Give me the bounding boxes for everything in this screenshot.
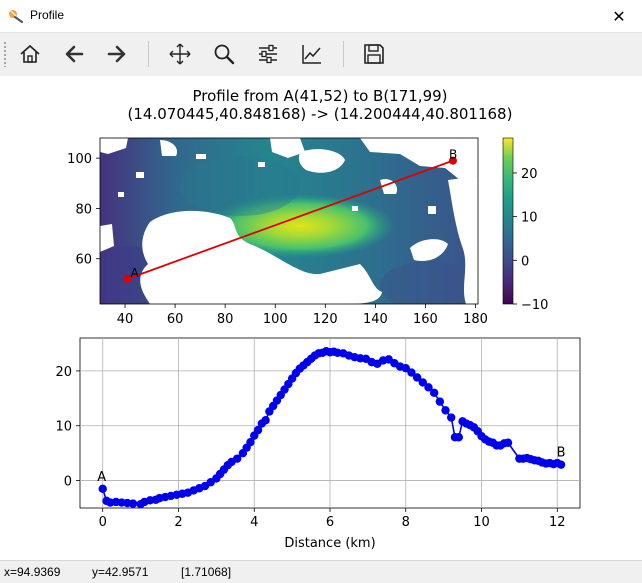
- profile-x-tick-label: 2: [174, 515, 182, 530]
- profile-point-b-label: B: [557, 446, 566, 461]
- pixel-value-readout: [1.71068]: [181, 565, 232, 579]
- configure-subplots-button[interactable]: [253, 39, 283, 69]
- close-button[interactable]: ✕: [596, 0, 642, 32]
- window-title: Profile: [30, 8, 65, 22]
- profile-x-tick-label: 4: [250, 515, 258, 530]
- colorbar-tick-label: 20: [521, 167, 538, 182]
- figure-canvas[interactable]: Profile from A(41,52) to B(171,99) (14.0…: [0, 76, 642, 560]
- save-icon: [364, 44, 384, 64]
- cursor-x-readout: x=94.9369: [4, 565, 61, 579]
- map-x-tick-label: 140: [363, 312, 388, 327]
- map-point-a-label: A: [131, 266, 140, 280]
- configure-subplots-icon: [259, 44, 277, 64]
- zoom-button[interactable]: [209, 39, 239, 69]
- pan-icon: [169, 43, 191, 65]
- profile-xlabel: Distance (km): [284, 536, 375, 551]
- profile-y-tick-label: 10: [55, 420, 72, 435]
- profile-data-point: [454, 433, 463, 442]
- map-x-tick-label: 100: [263, 312, 288, 327]
- map-x-tick-label: 80: [217, 312, 234, 327]
- map-axes: 40 60 80 100 120 140 160 180 60 80 100 A B: [67, 137, 488, 327]
- map-point-b-label: B: [449, 148, 457, 162]
- map-y-tick-label: 100: [67, 152, 92, 167]
- map-y-tick-label: 80: [75, 202, 92, 217]
- map-x-tick-label: 160: [413, 312, 438, 327]
- edit-axes-button[interactable]: [297, 39, 327, 69]
- home-button[interactable]: [15, 39, 45, 69]
- profile-data-point: [435, 397, 445, 406]
- profile-y-tick-label: 0: [64, 475, 72, 490]
- app-icon: [9, 10, 24, 24]
- profile-data-point: [447, 413, 456, 422]
- pan-button[interactable]: [165, 39, 195, 69]
- home-icon: [20, 44, 40, 63]
- profile-data-point: [429, 388, 439, 398]
- edit-axes-icon: [302, 45, 321, 64]
- toolbar-separator: [343, 41, 344, 67]
- window-titlebar: Profile ✕: [0, 0, 642, 33]
- colorbar-tick-label: 0: [521, 254, 529, 269]
- status-bar: x=94.9369 y=42.9571 [1.71068]: [0, 560, 642, 583]
- profile-x-tick-label: 10: [473, 515, 490, 530]
- profile-data-point: [261, 416, 270, 425]
- save-button[interactable]: [359, 39, 389, 69]
- figure-title-line2: (14.070445,40.848168) -> (14.200444,40.8…: [128, 105, 513, 123]
- profile-data-point: [503, 438, 513, 447]
- map-x-tick-label: 40: [117, 312, 134, 327]
- figure-title-line1: Profile from A(41,52) to B(171,99): [192, 87, 447, 105]
- colorbar-ticks: 20 10 0 −10: [513, 167, 548, 313]
- back-arrow-icon: [65, 45, 84, 63]
- colorbar-tick-label: 10: [521, 211, 538, 226]
- toolbar-separator: [148, 41, 149, 67]
- profile-axes: 0 2 4 6 8 10 12 20 10 0 A B Distance (km): [55, 337, 581, 551]
- map-x-tick-label: 180: [463, 312, 488, 327]
- colorbar-tick-label: −10: [521, 298, 548, 313]
- navigation-toolbar: [0, 33, 642, 75]
- profile-data-point: [128, 499, 138, 508]
- profile-data-point: [556, 460, 566, 469]
- toolbar-grip[interactable]: [3, 41, 7, 67]
- profile-point-a-label: A: [97, 470, 106, 485]
- profile-y-tick-label: 20: [55, 365, 72, 380]
- forward-arrow-icon: [107, 45, 126, 63]
- profile-x-tick-label: 6: [326, 515, 334, 530]
- profile-x-tick-label: 8: [402, 515, 410, 530]
- colorbar: 20 10 0 −10: [502, 137, 548, 313]
- close-icon: ✕: [612, 6, 626, 26]
- cursor-y-readout: y=42.9571: [92, 565, 149, 579]
- forward-button[interactable]: [102, 39, 132, 69]
- back-button[interactable]: [59, 39, 89, 69]
- figure-svg: Profile from A(41,52) to B(171,99) (14.0…: [55, 87, 581, 551]
- profile-x-tick-label: 12: [549, 515, 566, 530]
- map-y-tick-label: 60: [75, 253, 92, 268]
- zoom-icon: [214, 44, 235, 65]
- profile-x-tick-label: 0: [99, 515, 107, 530]
- map-x-tick-label: 120: [313, 312, 338, 327]
- elevation-heatmap: [100, 138, 478, 304]
- profile-data-point: [98, 484, 107, 494]
- profile-data-point: [441, 406, 450, 415]
- map-x-tick-label: 60: [167, 312, 184, 327]
